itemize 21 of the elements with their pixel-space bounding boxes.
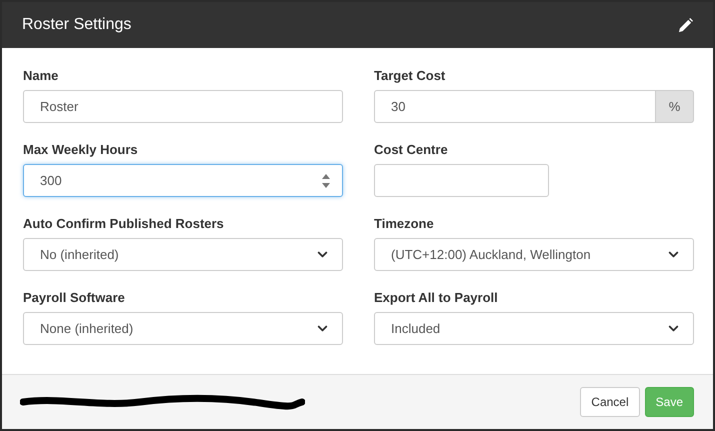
select-field[interactable]: None (inherited) [23, 312, 343, 345]
percent-addon: % [656, 90, 694, 123]
text-field[interactable] [374, 164, 549, 197]
field-label: Name [23, 68, 60, 83]
pencil-icon[interactable] [678, 18, 693, 32]
number-field[interactable]: 30 [374, 90, 656, 123]
window-title: Roster Settings [22, 16, 132, 34]
field-label: Timezone [374, 216, 435, 231]
select-field[interactable]: (UTC+12:00) Auckland, Wellington [374, 238, 694, 271]
field-label: Payroll Software [23, 290, 126, 305]
field-label: Export All to Payroll [374, 290, 499, 305]
cancel-button[interactable]: Cancel [580, 387, 640, 417]
text-field[interactable]: Roster [23, 90, 343, 123]
spinner-icon[interactable] [322, 174, 330, 188]
field-label: Auto Confirm Published Rosters [23, 216, 225, 231]
field-label: Max Weekly Hours [23, 142, 139, 157]
select-field[interactable]: Included [374, 312, 694, 345]
number-field[interactable]: 300 [23, 164, 343, 197]
field-label: Cost Centre [374, 142, 449, 157]
field-label: Target Cost [374, 68, 446, 83]
select-field[interactable]: No (inherited) [23, 238, 343, 271]
